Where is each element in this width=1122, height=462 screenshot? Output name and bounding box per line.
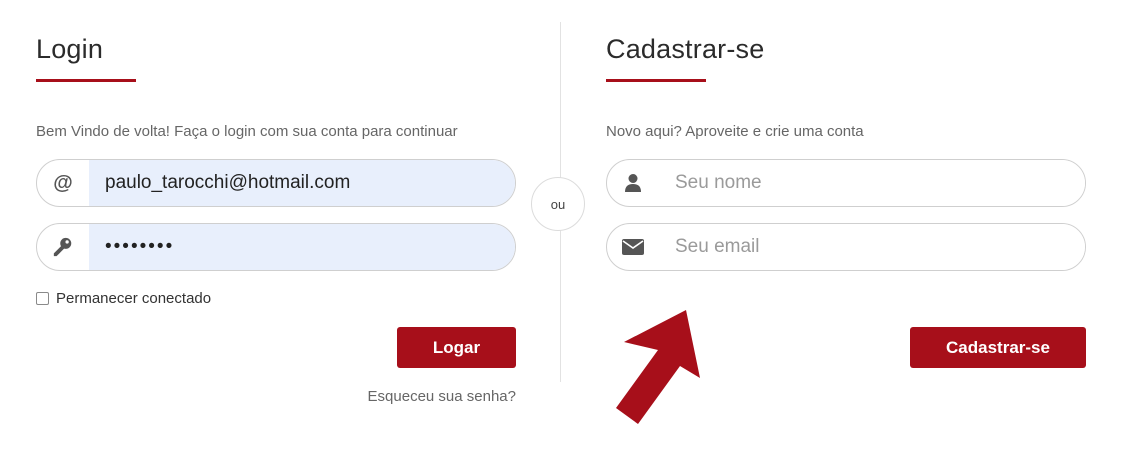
register-name-field[interactable] bbox=[606, 159, 1086, 207]
register-title: Cadastrar-se bbox=[606, 34, 765, 64]
forgot-password-link[interactable]: Esqueceu sua senha? bbox=[368, 388, 516, 405]
arrow-up-icon bbox=[616, 310, 700, 424]
login-subtitle: Bem Vindo de volta! Faça o login com sua… bbox=[36, 123, 458, 140]
or-separator-label: ou bbox=[550, 196, 566, 212]
register-name-input[interactable] bbox=[659, 160, 1085, 206]
user-icon bbox=[607, 160, 659, 206]
envelope-icon bbox=[607, 224, 659, 270]
remember-me-row[interactable]: Permanecer conectado bbox=[36, 290, 211, 307]
or-separator-badge: ou bbox=[531, 177, 585, 231]
remember-me-label: Permanecer conectado bbox=[56, 290, 212, 307]
login-password-input[interactable] bbox=[89, 224, 515, 270]
register-subtitle: Novo aqui? Aproveite e crie uma conta bbox=[606, 123, 864, 140]
login-email-field[interactable]: @ bbox=[36, 159, 516, 207]
at-sign-icon: @ bbox=[37, 160, 89, 206]
register-title-underline bbox=[606, 79, 706, 82]
register-button[interactable]: Cadastrar-se bbox=[910, 327, 1086, 368]
login-button[interactable]: Logar bbox=[397, 327, 516, 368]
login-email-input[interactable] bbox=[89, 160, 515, 206]
register-email-field[interactable] bbox=[606, 223, 1086, 271]
key-icon bbox=[37, 224, 89, 270]
register-email-input[interactable] bbox=[659, 224, 1085, 270]
login-title-underline bbox=[36, 79, 136, 82]
at-sign-glyph: @ bbox=[53, 171, 73, 194]
login-password-field[interactable] bbox=[36, 223, 516, 271]
login-title: Login bbox=[36, 34, 104, 64]
remember-me-checkbox[interactable] bbox=[36, 292, 49, 305]
